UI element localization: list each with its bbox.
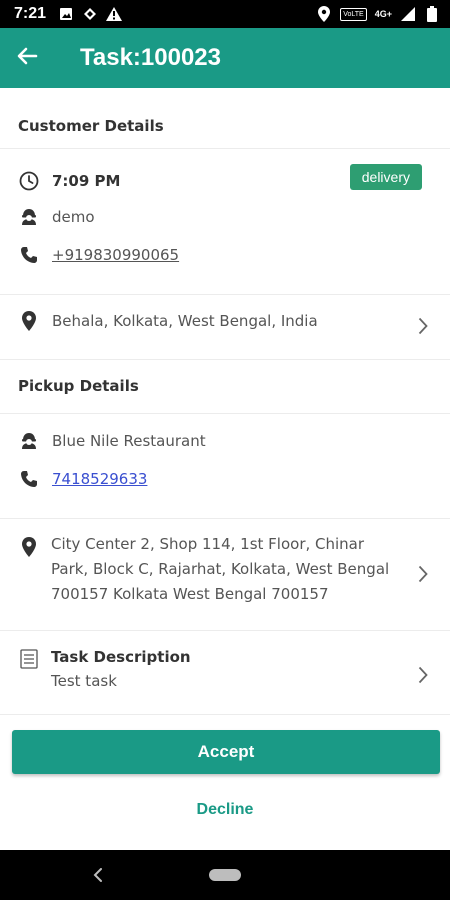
phone-icon xyxy=(18,244,40,266)
pickup-section-title: Pickup Details xyxy=(18,377,139,395)
status-right-icons: VoLTE 4G+ xyxy=(316,6,440,22)
nav-back-icon[interactable] xyxy=(88,865,108,885)
location-icon xyxy=(316,6,332,22)
battery-icon xyxy=(424,6,440,22)
task-description-text: Test task xyxy=(51,672,117,690)
pickup-name: Blue Nile Restaurant xyxy=(52,432,206,450)
user-icon xyxy=(18,206,40,228)
divider xyxy=(0,294,450,295)
customer-address: Behala, Kolkata, West Bengal, India xyxy=(52,312,318,330)
app-bar: Task:100023 xyxy=(0,28,450,88)
network-type: 4G+ xyxy=(374,9,392,19)
pickup-phone-row[interactable]: 7418529633 xyxy=(18,468,432,490)
map-pin-icon xyxy=(18,536,40,558)
divider xyxy=(0,359,450,360)
customer-name: demo xyxy=(52,208,95,226)
status-bar: 7:21 VoLTE 4G+ xyxy=(0,0,450,28)
customer-time: 7:09 PM xyxy=(52,172,121,190)
pickup-address[interactable]: City Center 2, Shop 114, 1st Floor, Chin… xyxy=(51,532,396,607)
clock-icon xyxy=(18,170,40,192)
page-title: Task:100023 xyxy=(80,44,221,71)
volte-tag: VoLTE xyxy=(340,7,367,21)
task-type-badge: delivery xyxy=(349,164,422,190)
divider xyxy=(0,148,450,149)
customer-name-row: demo xyxy=(18,206,432,228)
chevron-right-icon[interactable] xyxy=(416,564,430,584)
customer-address-row[interactable]: Behala, Kolkata, West Bengal, India xyxy=(18,310,400,332)
back-button[interactable] xyxy=(0,28,54,88)
diamond-icon xyxy=(82,6,98,22)
warning-icon xyxy=(106,6,123,22)
chevron-right-icon[interactable] xyxy=(416,665,430,685)
customer-section-title: Customer Details xyxy=(18,117,164,135)
nav-home-pill[interactable] xyxy=(209,869,241,881)
customer-phone-row[interactable]: +919830990065 xyxy=(18,244,432,266)
divider xyxy=(0,518,450,519)
system-nav-bar xyxy=(0,850,450,900)
image-icon xyxy=(58,6,74,22)
signal-icon xyxy=(400,6,416,22)
decline-button[interactable]: Decline xyxy=(150,795,300,825)
divider xyxy=(0,630,450,631)
phone-icon xyxy=(18,468,40,490)
customer-phone-link[interactable]: +919830990065 xyxy=(52,246,179,264)
divider xyxy=(0,413,450,414)
accept-button[interactable]: Accept xyxy=(12,730,440,774)
status-left-icons xyxy=(58,6,123,22)
status-time: 7:21 xyxy=(14,5,47,22)
map-pin-icon xyxy=(18,310,40,332)
user-icon xyxy=(18,430,40,452)
arrow-left-icon xyxy=(16,46,38,70)
pickup-name-row: Blue Nile Restaurant xyxy=(18,430,432,452)
chevron-right-icon[interactable] xyxy=(416,316,430,336)
divider xyxy=(0,714,450,715)
task-description-title: Task Description xyxy=(51,648,191,666)
pickup-phone-link[interactable]: 7418529633 xyxy=(52,470,147,488)
list-icon xyxy=(18,648,40,670)
